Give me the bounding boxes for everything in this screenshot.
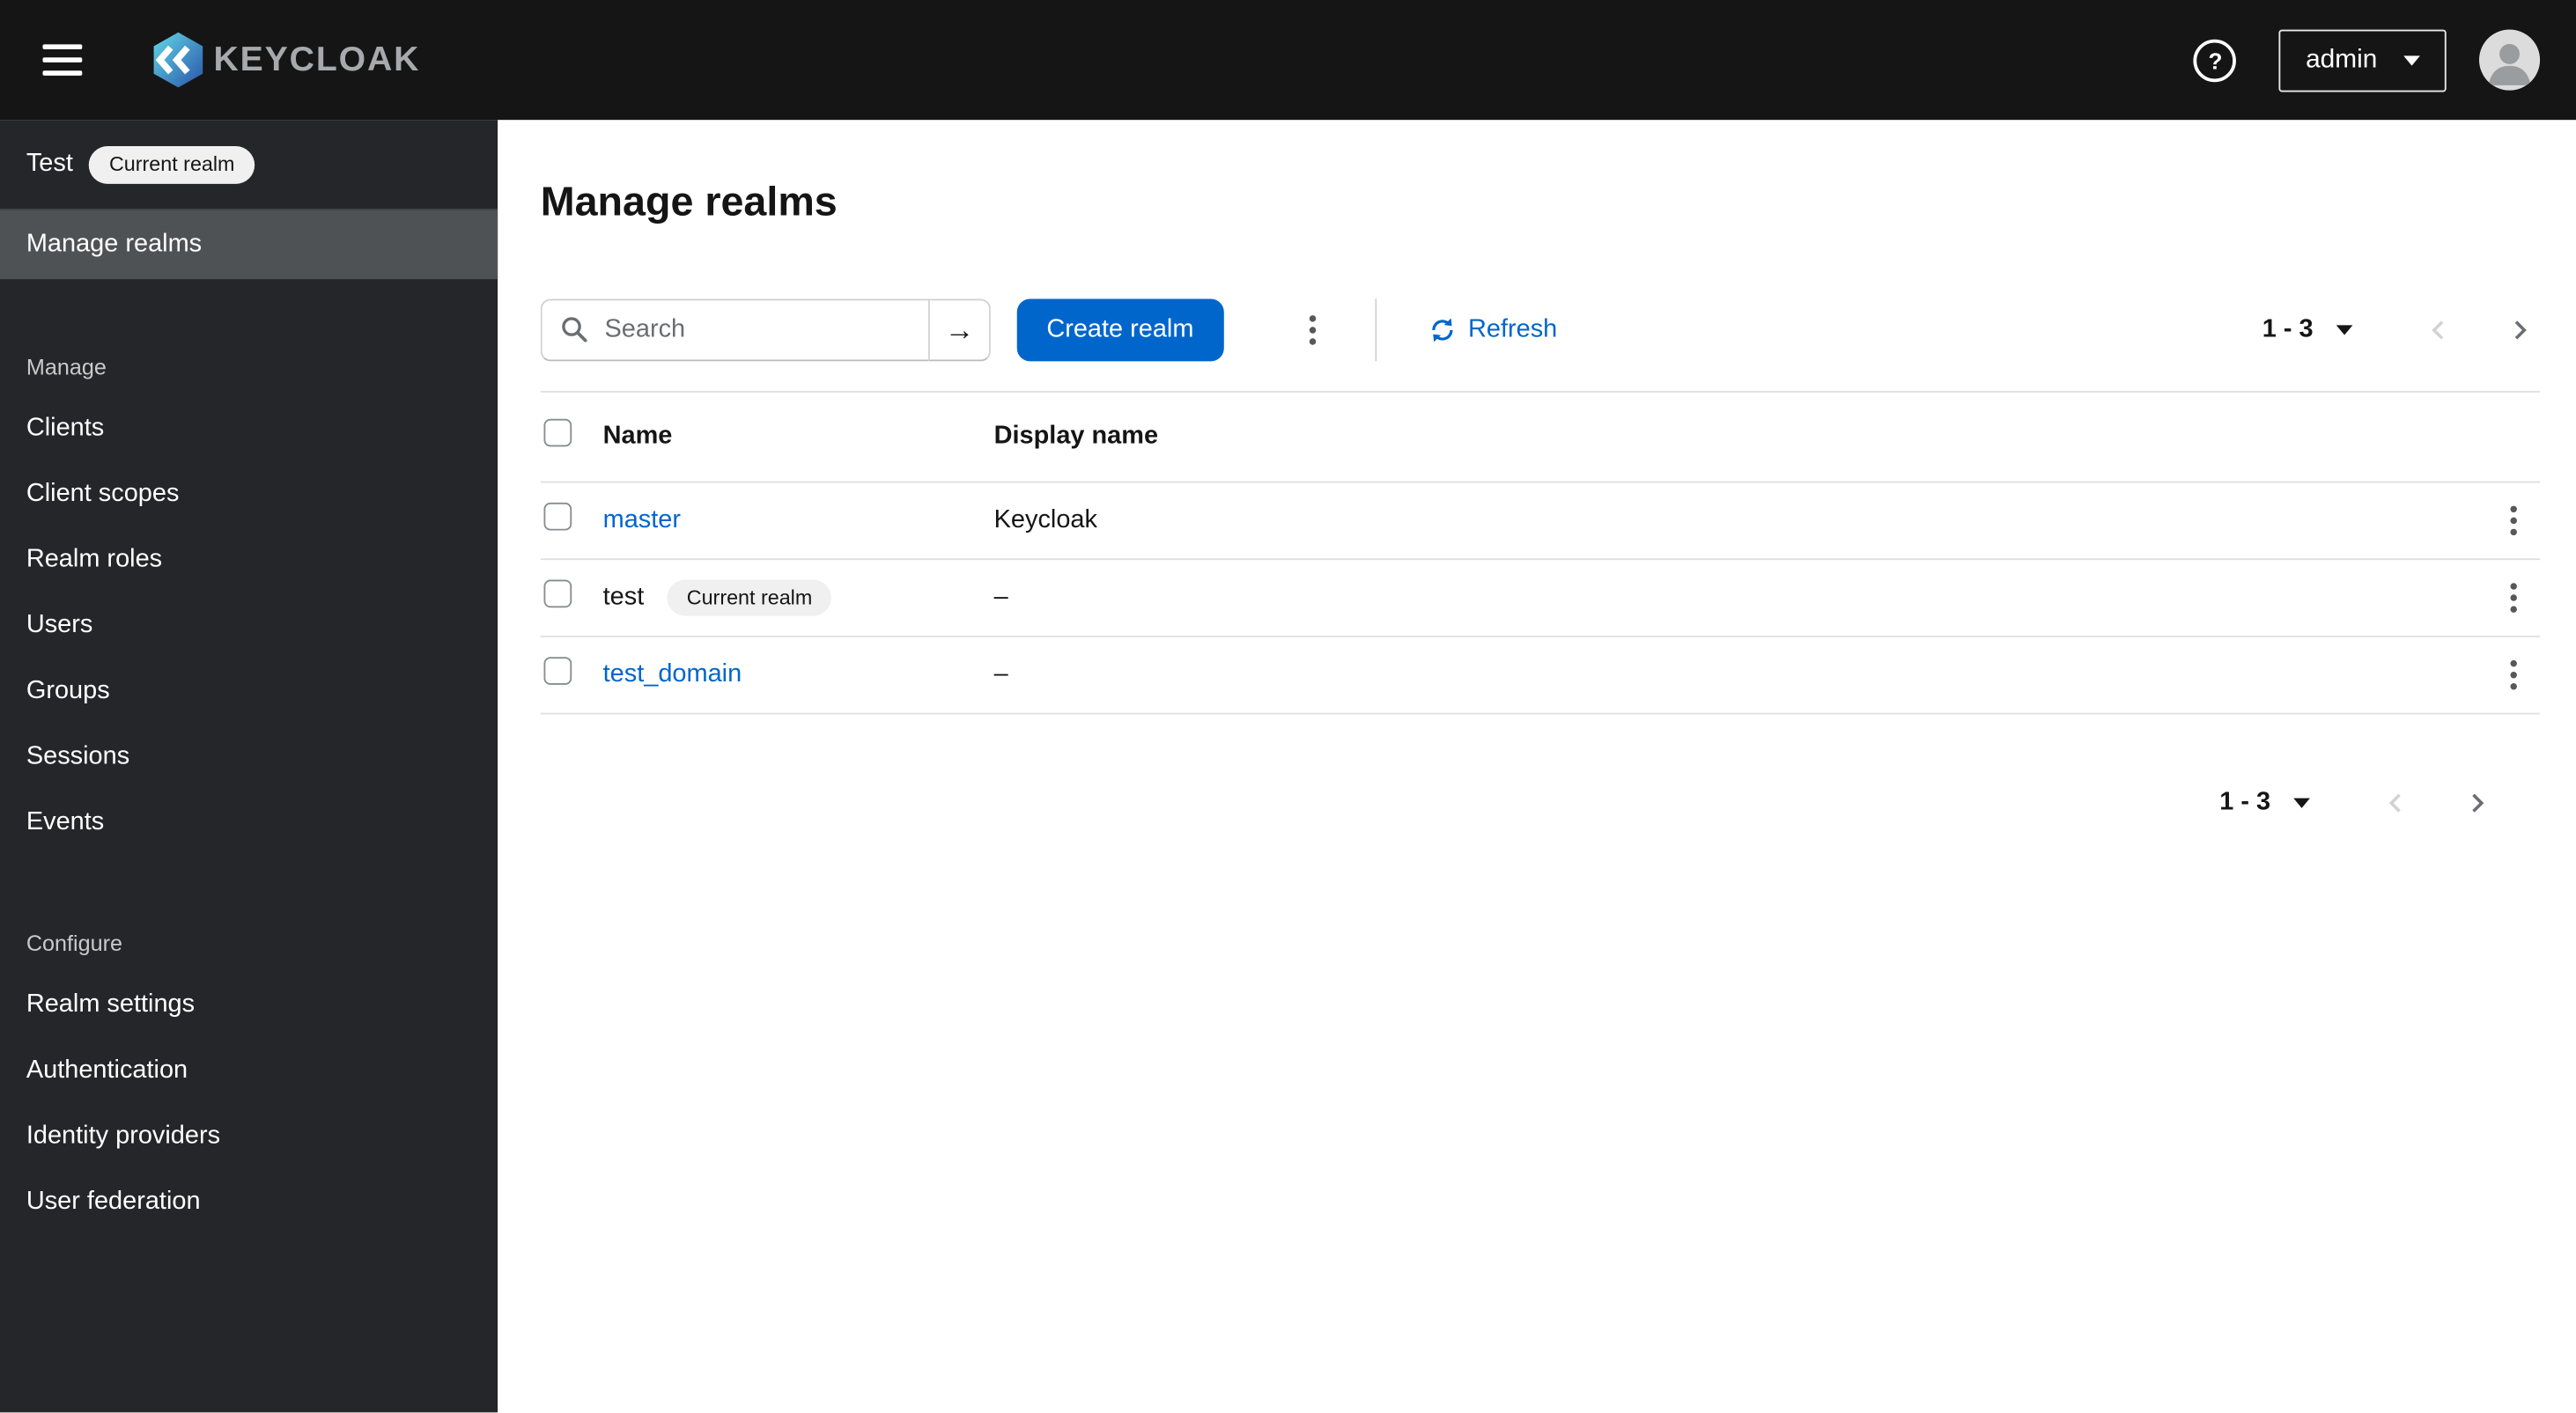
caret-down-icon — [2293, 798, 2310, 808]
page-title: Manage realms — [540, 179, 838, 225]
create-realm-button[interactable]: Create realm — [1016, 298, 1224, 362]
main-content: Manage realms → Create realm — [498, 120, 2576, 1413]
sidebar-section-manage: Manage Clients Client scopes Realm roles… — [0, 331, 498, 855]
hamburger-menu-button[interactable] — [26, 24, 99, 96]
pagination-next-button[interactable] — [2500, 311, 2540, 350]
pagination-prev-button-bottom[interactable] — [2376, 784, 2416, 823]
table-row-master: master Keycloak — [540, 482, 2541, 561]
hamburger-icon — [42, 44, 83, 49]
chevron-left-icon — [2432, 320, 2444, 340]
pagination-top: 1 - 3 — [2262, 311, 2540, 350]
kebab-icon — [2510, 659, 2517, 667]
pagination-prev-button[interactable] — [2418, 311, 2458, 350]
row-checkbox[interactable] — [543, 502, 572, 531]
realms-table: Name Display name master Keycloak test C… — [540, 390, 2541, 715]
help-icon[interactable]: ? — [2194, 38, 2237, 82]
chevron-right-icon — [2472, 793, 2484, 813]
pagination-range-dropdown-bottom[interactable]: 1 - 3 — [2219, 788, 2310, 818]
user-menu-label: admin — [2306, 45, 2378, 74]
table-header-row: Name Display name — [540, 390, 2541, 483]
kebab-icon — [1309, 315, 1316, 322]
avatar[interactable] — [2479, 29, 2541, 91]
chevron-right-icon — [2514, 320, 2527, 340]
keycloak-icon — [153, 32, 203, 88]
search-group: → — [540, 298, 991, 362]
row-checkbox[interactable] — [543, 579, 572, 608]
pagination-range-label: 1 - 3 — [2262, 315, 2314, 343]
table-row-test-domain: test_domain – — [540, 637, 2541, 715]
pagination-next-button-bottom[interactable] — [2458, 784, 2498, 823]
current-realm-name: Test — [26, 150, 73, 178]
realm-name-test: test — [602, 583, 645, 611]
arrow-right-icon: → — [944, 313, 975, 346]
kebab-icon — [2510, 505, 2517, 513]
realm-link-master[interactable]: master — [603, 506, 681, 536]
row-checkbox[interactable] — [543, 657, 572, 685]
sidebar-item-identity-providers[interactable]: Identity providers — [0, 1103, 498, 1169]
caret-down-icon — [2336, 325, 2353, 335]
pagination-range-label: 1 - 3 — [2219, 788, 2271, 817]
current-realm-badge: Current realm — [89, 146, 255, 184]
kebab-icon — [2510, 583, 2517, 590]
sidebar-item-events[interactable]: Events — [0, 789, 498, 855]
row-kebab-menu-button[interactable] — [2498, 493, 2530, 548]
pagination-range-dropdown[interactable]: 1 - 3 — [2262, 315, 2353, 345]
sidebar-item-clients[interactable]: Clients — [0, 395, 498, 461]
user-menu-dropdown[interactable]: admin — [2279, 28, 2447, 92]
toolbar: → Create realm Refresh — [540, 298, 2540, 362]
topbar: KEYCLOAK ? admin — [0, 0, 2576, 121]
sidebar-item-manage-realms[interactable]: Manage realms — [0, 209, 498, 279]
select-all-checkbox[interactable] — [543, 418, 572, 447]
realm-link-test-domain[interactable]: test_domain — [603, 660, 742, 690]
current-realm-row-badge: Current realm — [667, 579, 832, 617]
search-box — [540, 298, 929, 362]
refresh-button[interactable]: Refresh — [1428, 315, 1557, 345]
section-title-manage: Manage — [26, 354, 107, 379]
section-title-configure: Configure — [26, 930, 123, 955]
keycloak-logo: KEYCLOAK — [144, 26, 420, 93]
refresh-icon — [1431, 318, 1452, 342]
display-name-cell: Keycloak — [993, 505, 1097, 534]
sidebar-item-user-federation[interactable]: User federation — [0, 1168, 498, 1234]
display-name-cell: – — [993, 583, 1008, 611]
sidebar-item-users[interactable]: Users — [0, 592, 498, 659]
toolbar-kebab-menu-button[interactable] — [1295, 302, 1328, 357]
refresh-label: Refresh — [1467, 315, 1558, 343]
chevron-left-icon — [2388, 793, 2401, 813]
sidebar-item-authentication[interactable]: Authentication — [0, 1037, 498, 1103]
sidebar-item-realm-settings[interactable]: Realm settings — [0, 971, 498, 1037]
realm-selector[interactable]: Test Current realm — [0, 120, 498, 208]
table-row-test: test Current realm – — [540, 560, 2541, 637]
keycloak-admin-console: KEYCLOAK ? admin Test Current realm Mana… — [0, 0, 2576, 1413]
sidebar-section-configure: Configure Realm settings Authentication … — [0, 908, 498, 1234]
pagination-bottom: 1 - 3 — [541, 784, 2540, 823]
sidebar-item-groups[interactable]: Groups — [0, 658, 498, 724]
toolbar-divider — [1374, 298, 1377, 362]
column-header-display-name: Display name — [993, 422, 1159, 451]
display-name-cell: – — [993, 659, 1008, 688]
sidebar: Test Current realm Manage realms Manage … — [0, 120, 498, 1413]
search-input[interactable] — [540, 298, 929, 362]
sidebar-item-realm-roles[interactable]: Realm roles — [0, 526, 498, 592]
search-submit-button[interactable]: → — [928, 298, 991, 362]
person-icon — [2479, 29, 2541, 91]
chevron-down-icon — [2403, 55, 2420, 65]
column-header-name: Name — [602, 422, 673, 451]
brand-wordmark: KEYCLOAK — [213, 40, 421, 78]
row-kebab-menu-button[interactable] — [2498, 570, 2530, 625]
row-kebab-menu-button[interactable] — [2498, 647, 2530, 703]
sidebar-item-client-scopes[interactable]: Client scopes — [0, 460, 498, 526]
sidebar-item-sessions[interactable]: Sessions — [0, 724, 498, 790]
